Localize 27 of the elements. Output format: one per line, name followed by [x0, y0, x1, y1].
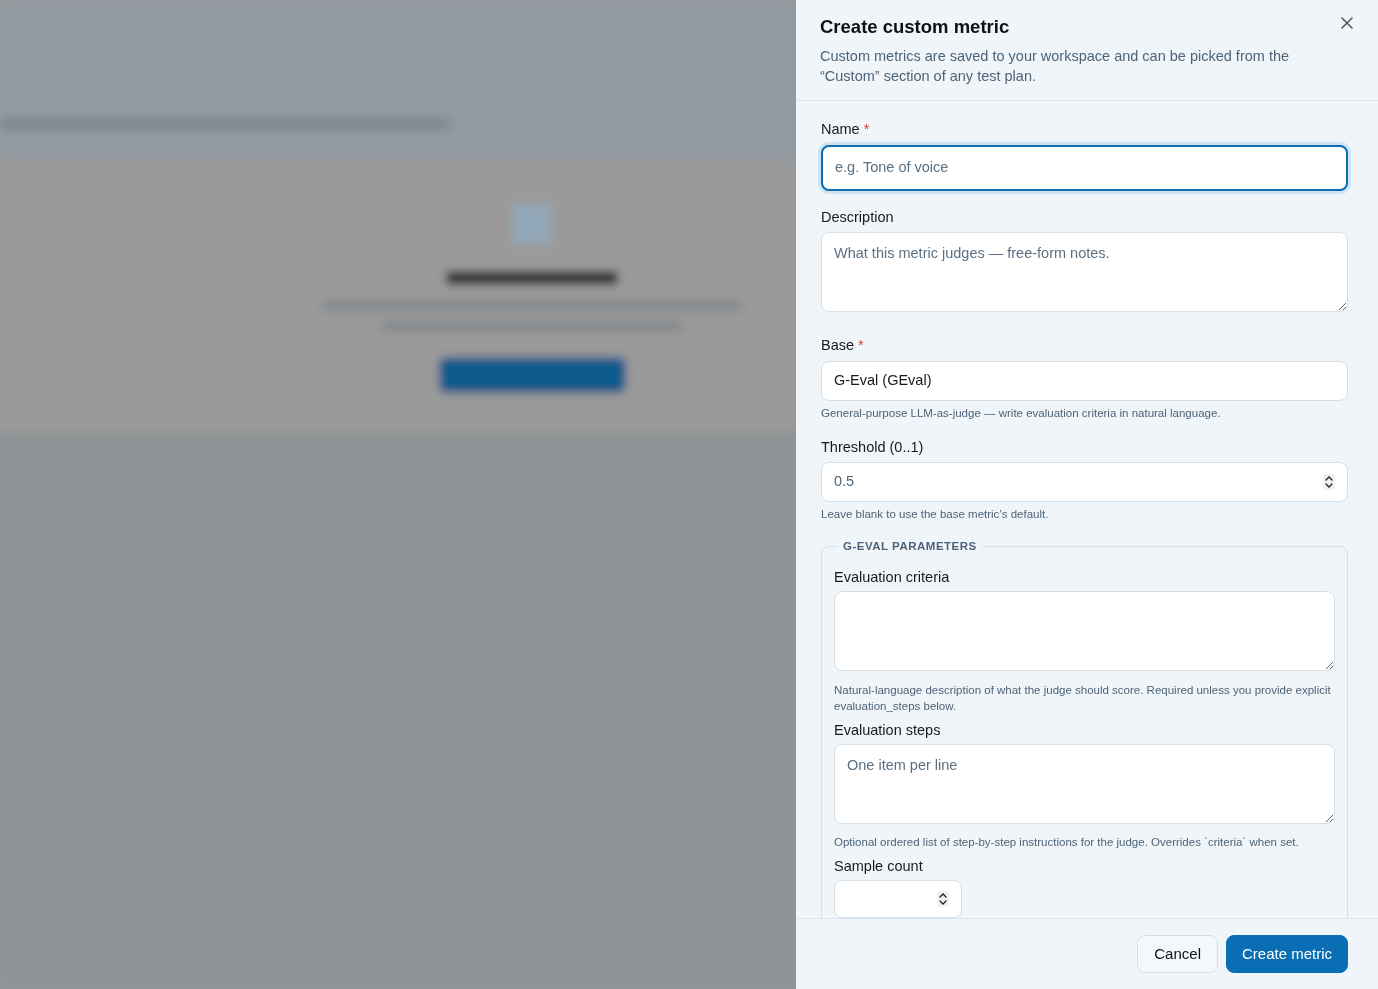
help-text: Natural-language description of what the judge should score. Required unless you provide explicit evaluation_steps below.	[834, 682, 1332, 714]
field-label: Evaluation criteria	[834, 568, 950, 588]
text-area[interactable]: One item per line	[834, 743, 1335, 824]
help-text: Leave blank to use the base metric’s default.	[821, 507, 1050, 523]
required-asterisk: *	[858, 336, 864, 356]
number-field[interactable]	[834, 880, 962, 918]
field-label: Name	[821, 120, 860, 140]
field-label: Description	[821, 207, 894, 227]
spinner-icon[interactable]	[937, 891, 949, 908]
field-label: Evaluation steps	[834, 720, 941, 740]
panel-title: Create custom metric	[820, 16, 1010, 39]
help-text: General-purpose LLM-as-judge — write evaluation criteria in natural language.	[821, 405, 1222, 421]
group-legend: G-EVAL PARAMETERS	[838, 538, 982, 556]
field-label: Threshold (0..1)	[821, 437, 924, 457]
field-label: Base	[821, 336, 855, 356]
help-text: Optional ordered list of step-by-step instructions for the judge. Overrides `criteria` when set.	[834, 835, 1300, 851]
number-field[interactable]: 0.5	[821, 462, 1348, 503]
cancel-button[interactable]: Cancel	[1137, 934, 1218, 973]
field-label: Sample count	[834, 857, 923, 877]
close-button[interactable]	[1338, 14, 1356, 32]
text-field[interactable]: e.g. Tone of voice	[821, 144, 1348, 191]
dropdown-select[interactable]: G-Eval (GEval)	[821, 360, 1348, 401]
spinner-icon[interactable]	[1323, 474, 1335, 491]
panel-description: Custom metrics are saved to your workspace and can be picked from the “Custom” section of any test plan.	[820, 47, 1291, 87]
required-asterisk: *	[863, 120, 870, 140]
text-area[interactable]: What this metric judges — free-form notes.	[821, 232, 1348, 313]
create-button[interactable]: Create metric	[1225, 934, 1348, 973]
